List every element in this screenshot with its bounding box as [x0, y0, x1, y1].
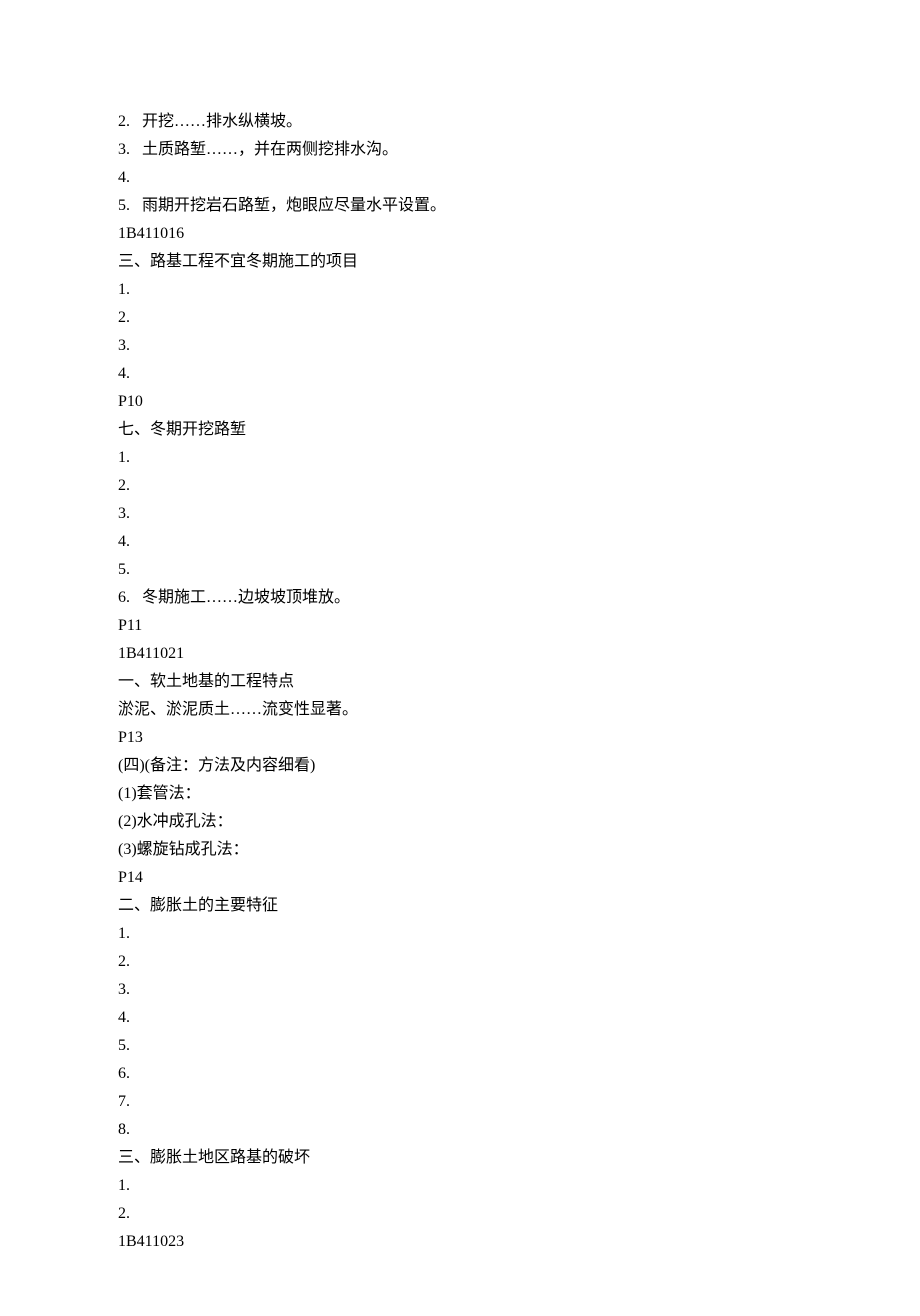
text-line: 3.	[118, 500, 802, 528]
text-line: (3)螺旋钻成孔法：	[118, 836, 802, 864]
section-code: 1B411016	[118, 220, 802, 248]
text-line: 3.	[118, 976, 802, 1004]
text-line: 4.	[118, 164, 802, 192]
page-ref: P10	[118, 388, 802, 416]
text-line: 5. 雨期开挖岩石路堑，炮眼应尽量水平设置。	[118, 192, 802, 220]
page-ref: P14	[118, 864, 802, 892]
section-code: 1B411023	[118, 1228, 802, 1256]
text-line: 2. 开挖……排水纵横坡。	[118, 108, 802, 136]
heading: 三、路基工程不宜冬期施工的项目	[118, 248, 802, 276]
heading: 三、膨胀土地区路基的破坏	[118, 1144, 802, 1172]
text-line: 3. 土质路堑……，并在两侧挖排水沟。	[118, 136, 802, 164]
text-line: 4.	[118, 1004, 802, 1032]
heading: 二、膨胀土的主要特征	[118, 892, 802, 920]
section-code: 1B411021	[118, 640, 802, 668]
text-line: 1.	[118, 920, 802, 948]
text-line: 4.	[118, 360, 802, 388]
text-line: 8.	[118, 1116, 802, 1144]
page-ref: P11	[118, 612, 802, 640]
text-line: 6. 冬期施工……边坡坡顶堆放。	[118, 584, 802, 612]
text-line: 5.	[118, 556, 802, 584]
text-line: 2.	[118, 1200, 802, 1228]
text-line: (1)套管法：	[118, 780, 802, 808]
text-line: 2.	[118, 304, 802, 332]
text-line: 2.	[118, 472, 802, 500]
text-line: 1.	[118, 444, 802, 472]
page-ref: P13	[118, 724, 802, 752]
text-line: 6.	[118, 1060, 802, 1088]
text-line: (2)水冲成孔法：	[118, 808, 802, 836]
text-line: (四)(备注：方法及内容细看)	[118, 752, 802, 780]
document-page: 2. 开挖……排水纵横坡。 3. 土质路堑……，并在两侧挖排水沟。 4. 5. …	[0, 0, 920, 1316]
text-line: 5.	[118, 1032, 802, 1060]
text-line: 淤泥、淤泥质土……流变性显著。	[118, 696, 802, 724]
heading: 一、软土地基的工程特点	[118, 668, 802, 696]
text-line: 1.	[118, 1172, 802, 1200]
text-line: 2.	[118, 948, 802, 976]
text-line: 3.	[118, 332, 802, 360]
text-line: 1.	[118, 276, 802, 304]
text-line: 7.	[118, 1088, 802, 1116]
heading: 七、冬期开挖路堑	[118, 416, 802, 444]
text-line: 4.	[118, 528, 802, 556]
